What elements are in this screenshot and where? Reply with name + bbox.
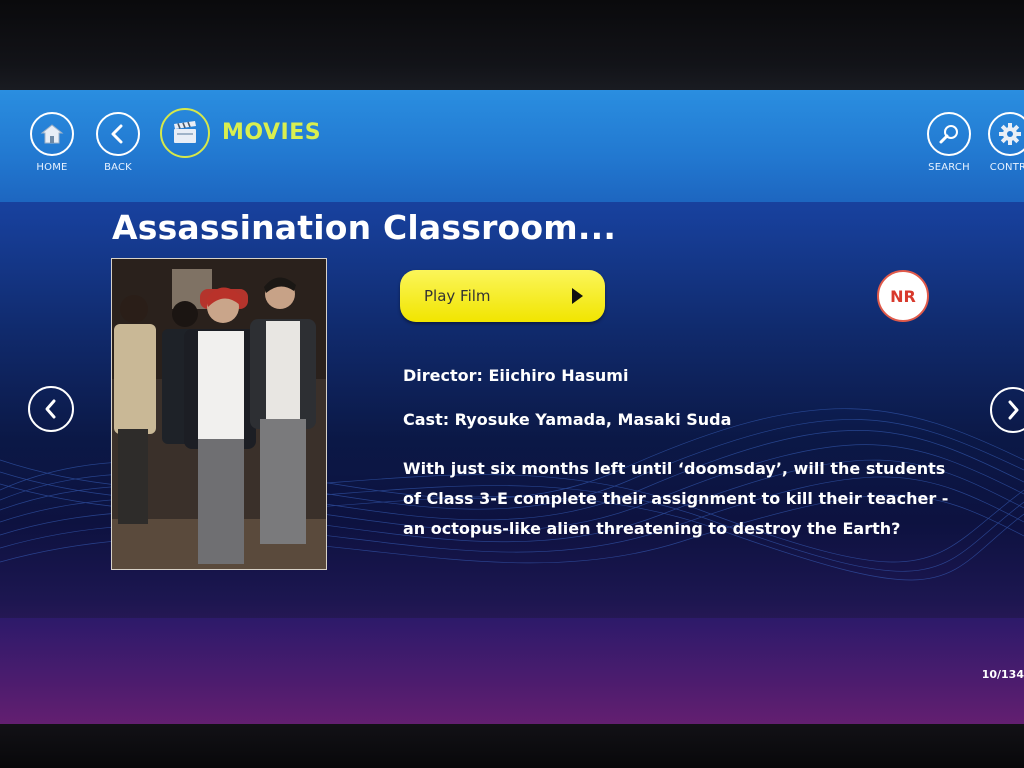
play-arrow-icon	[572, 288, 583, 304]
page-counter: 10/134	[981, 668, 1024, 681]
chevron-right-icon	[1008, 400, 1019, 420]
chevron-left-icon	[45, 399, 56, 419]
synopsis-text: With just six months left until ‘doomsda…	[403, 459, 949, 538]
movie-poster	[111, 258, 327, 570]
search-button[interactable]: SEARCH	[925, 112, 973, 173]
rating-badge: NR	[877, 270, 929, 322]
display-bezel-top	[0, 0, 1024, 92]
gear-icon	[988, 112, 1024, 156]
director-text: Director: Eiichiro Hasumi	[403, 366, 629, 385]
movie-title: Assassination Classroom...	[112, 208, 617, 247]
home-icon	[30, 112, 74, 156]
movies-button[interactable]	[160, 108, 210, 158]
controls-button[interactable]: CONTR	[988, 112, 1024, 173]
display-bezel-bottom	[0, 724, 1024, 768]
entertainment-screen: HOME BACK MOVIES SEARCH CONTR Assassinat…	[0, 90, 1024, 726]
search-icon	[927, 112, 971, 156]
back-button[interactable]: BACK	[94, 112, 142, 173]
home-button[interactable]: HOME	[28, 112, 76, 173]
controls-label: CONTR	[989, 162, 1024, 173]
previous-arrow-button[interactable]	[28, 386, 74, 432]
back-icon	[96, 112, 140, 156]
top-navigation-bar	[0, 90, 1024, 202]
home-label: HOME	[36, 162, 68, 173]
play-film-button[interactable]: Play Film	[400, 270, 605, 322]
cast-text: Cast: Ryosuke Yamada, Masaki Suda	[403, 410, 732, 429]
back-label: BACK	[104, 162, 132, 173]
bottom-band	[0, 618, 1024, 726]
section-title: MOVIES	[222, 120, 322, 145]
play-film-label: Play Film	[424, 287, 491, 305]
movies-clapper-icon	[160, 108, 210, 158]
search-label: SEARCH	[928, 162, 970, 173]
